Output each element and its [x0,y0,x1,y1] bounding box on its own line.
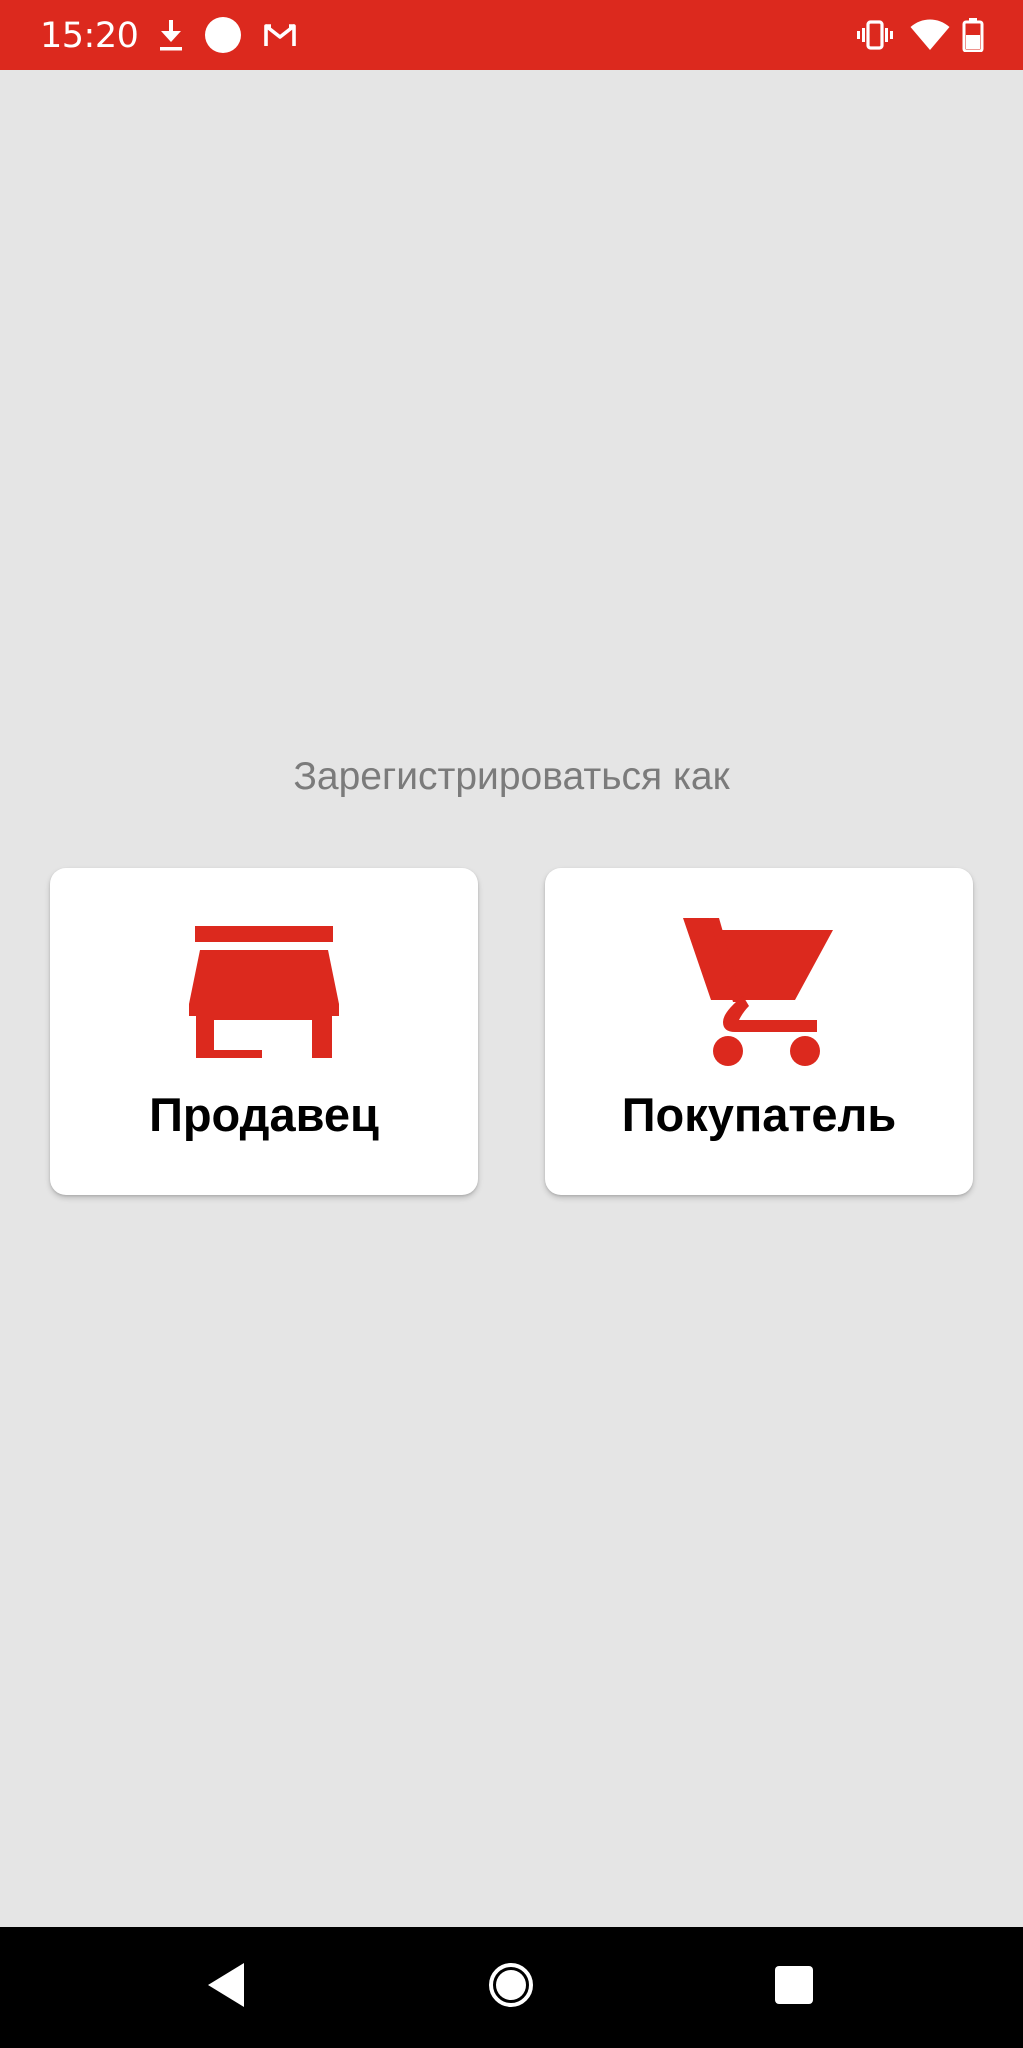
battery-icon [960,0,986,70]
wifi-icon [908,0,952,70]
circle-notification-icon [203,0,243,70]
navigation-bar [0,1927,1023,2048]
seller-label: Продавец [149,1088,379,1141]
gmail-icon [262,0,298,70]
shopping-cart-icon [545,918,973,1068]
store-icon [50,926,478,1058]
home-button[interactable] [451,1927,571,2048]
buyer-option-card[interactable]: Покупатель [545,868,973,1195]
vibrate-icon [856,0,894,70]
back-icon [206,1963,246,2012]
status-bar: 15:20 [0,0,1023,70]
recents-button[interactable] [734,1927,854,2048]
register-prompt: Зарегистрироваться как [293,755,730,798]
seller-option-card[interactable]: Продавец [50,868,478,1195]
status-time: 15:20 [40,16,139,56]
download-icon [154,0,188,70]
back-button[interactable] [166,1927,286,2048]
recents-icon [775,1966,813,2009]
home-icon [488,1962,534,2013]
buyer-label: Покупатель [621,1088,897,1141]
